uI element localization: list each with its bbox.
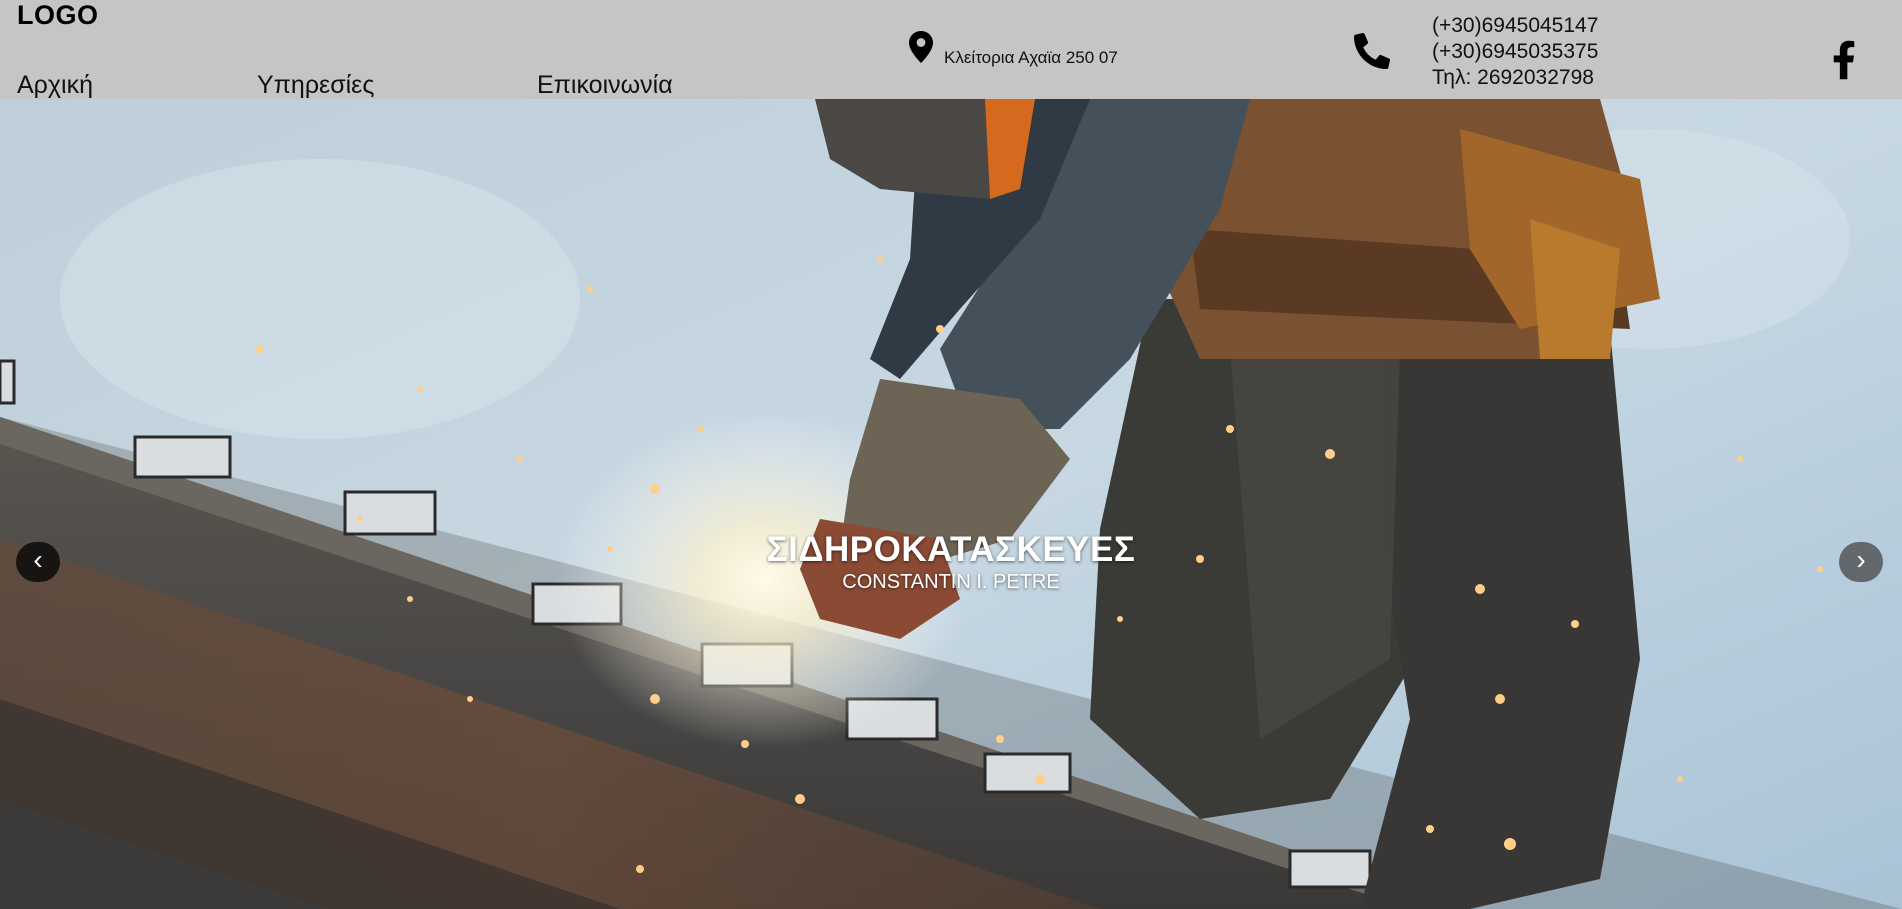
facebook-icon[interactable]	[1832, 40, 1856, 80]
phone-list: (+30)6945045147 (+30)6945035375 Τηλ: 269…	[1432, 13, 1598, 91]
site-header: LOGO Αρχική Υπηρεσίες Επικοινωνία Κλείτο…	[0, 0, 1902, 99]
carousel-next-button[interactable]: ›	[1839, 542, 1883, 582]
phone-icon	[1354, 33, 1390, 69]
phone-number[interactable]: Τηλ: 2692032798	[1432, 65, 1598, 91]
hero-subtitle: CONSTANTIN I. PETRE	[842, 571, 1060, 593]
address-text: Κλείτορια Αχαϊα 250 07	[944, 48, 1118, 67]
hero-title: ΣΙΔΗΡΟΚΑΤΑΣΚΕΥΕΣ	[766, 530, 1136, 569]
phone-number[interactable]: (+30)6945035375	[1432, 39, 1598, 65]
hero-carousel: ΣΙΔΗΡΟΚΑΤΑΣΚΕΥΕΣ CONSTANTIN I. PETRE ‹ ›	[0, 99, 1902, 909]
carousel-prev-button[interactable]: ‹	[16, 542, 60, 582]
hero-caption: ΣΙΔΗΡΟΚΑΤΑΣΚΕΥΕΣ CONSTANTIN I. PETRE	[0, 529, 1902, 593]
nav-item-contact[interactable]: Επικοινωνία	[537, 71, 673, 100]
nav-item-home[interactable]: Αρχική	[17, 71, 93, 100]
nav-item-services[interactable]: Υπηρεσίες	[257, 71, 374, 100]
logo[interactable]: LOGO	[17, 0, 99, 31]
map-pin-icon	[909, 31, 933, 63]
page: LOGO Αρχική Υπηρεσίες Επικοινωνία Κλείτο…	[0, 0, 1902, 909]
phone-number[interactable]: (+30)6945045147	[1432, 13, 1598, 39]
hero-image	[0, 99, 1902, 909]
